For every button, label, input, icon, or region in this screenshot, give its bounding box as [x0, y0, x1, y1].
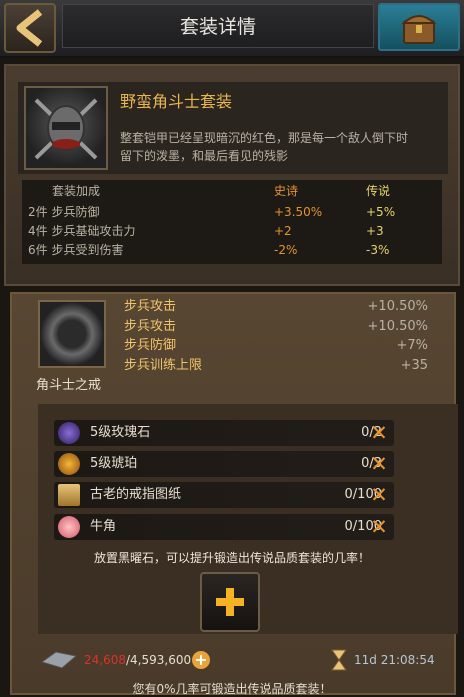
stat-row: 步兵攻击 +10.50%	[124, 299, 428, 314]
page-title: 套装详情	[62, 4, 374, 48]
add-obsidian-button[interactable]	[200, 572, 260, 632]
horn-icon	[58, 516, 80, 538]
close-icon: ✕	[370, 515, 388, 539]
item-name: 角斗士之戒	[36, 378, 102, 393]
rose-stone-icon	[58, 422, 80, 444]
table-header: 套装加成 史诗 传说	[52, 184, 391, 198]
legend-chance-text: 您有0%几率可锻造出传说品质套装！	[132, 682, 332, 696]
list-item[interactable]: 5级琥珀 0/3	[54, 451, 394, 477]
set-bonus-table: 套装加成 史诗 传说 2件 步兵防御 +3.50% +5% 4件 步兵基础攻击力…	[22, 180, 442, 264]
amber-icon	[58, 453, 80, 475]
set-description: 整套铠甲已经呈现暗沉的红色，那是每一个敌人倒下时 留下的泼墨，和最后看见的残影	[120, 131, 409, 163]
list-item[interactable]: 5级玫瑰石 0/2	[54, 420, 394, 446]
list-item[interactable]: 古老的戒指图纸 0/100	[54, 482, 394, 508]
list-item[interactable]: 牛角 0/100	[54, 514, 394, 540]
forge-timer: 11d 21:08:54	[354, 653, 435, 667]
treasure-chest-button[interactable]	[378, 3, 460, 51]
table-row: 2件 步兵防御 +3.50% +5%	[28, 205, 396, 219]
hourglass-icon	[330, 648, 348, 672]
helmet-icon	[34, 98, 98, 160]
back-button[interactable]	[4, 3, 56, 53]
treasure-chest-icon	[401, 15, 437, 44]
stat-row: 步兵训练上限 +35	[124, 358, 428, 373]
iron-resource-icon	[40, 648, 78, 670]
ring-blueprint-icon	[58, 484, 80, 506]
close-icon: ✕	[370, 421, 388, 445]
set-name: 野蛮角斗士套装	[120, 92, 233, 111]
set-helmet-icon	[24, 86, 108, 170]
forge-hint: 放置黑曜石，可以提升锻造出传说品质套装的几率！	[93, 551, 370, 565]
table-row: 6件 步兵受到伤害 -2% -3%	[28, 243, 390, 257]
table-row: 4件 步兵基础攻击力 +2 +3	[28, 224, 384, 238]
chevron-left-icon	[16, 9, 43, 47]
ring-icon[interactable]	[38, 300, 106, 368]
stat-row: 步兵防御 +7%	[124, 338, 428, 353]
plus-icon	[216, 588, 244, 616]
close-icon: ✕	[370, 483, 388, 507]
close-icon: ✕	[370, 452, 388, 476]
add-resource-button[interactable]: +	[192, 651, 210, 669]
resource-amount: 24,608/4,593,600	[84, 653, 192, 667]
